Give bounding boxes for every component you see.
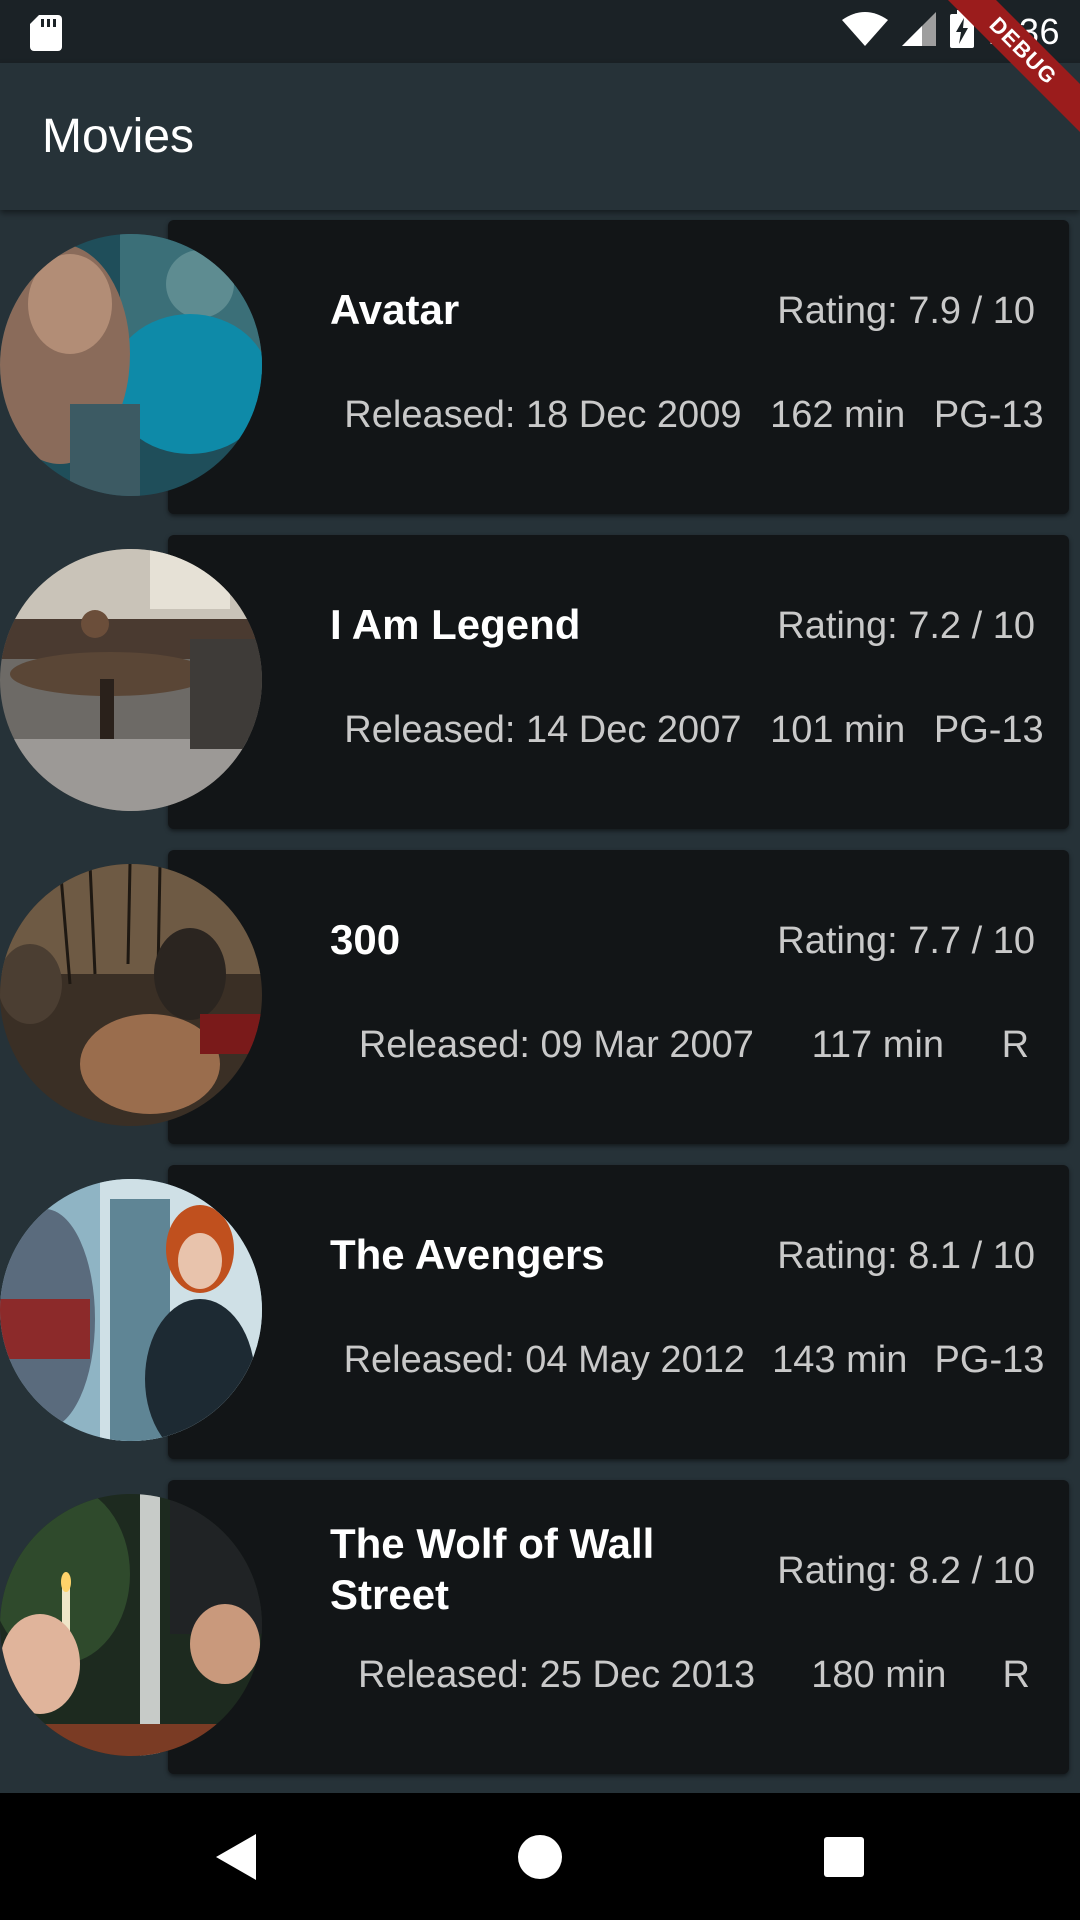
movie-rating: Rating: 7.7 / 10 <box>777 920 1035 962</box>
movie-details: Released: 09 Mar 2007 117 min R <box>330 1024 1058 1067</box>
movie-poster <box>0 864 262 1126</box>
status-time: 1:36 <box>987 10 1060 52</box>
battery-charging-icon <box>949 10 974 53</box>
movie-poster <box>0 234 262 496</box>
recents-icon[interactable] <box>816 1829 872 1885</box>
movie-rated: PG-13 <box>934 1339 1045 1381</box>
movie-rated: PG-13 <box>933 394 1044 436</box>
movie-title: Avatar <box>330 286 460 333</box>
status-icons: 1:36 <box>841 0 1060 63</box>
movie-details: Released: 14 Dec 2007 101 min PG-13 <box>330 709 1058 752</box>
movie-rated: R <box>1001 1024 1030 1066</box>
back-icon[interactable] <box>208 1829 264 1885</box>
movie-release-date: Released: 09 Mar 2007 <box>358 1024 754 1066</box>
movie-rating: Rating: 8.2 / 10 <box>777 1550 1035 1592</box>
movie-title: 300 <box>330 916 401 963</box>
movie-poster <box>0 1179 262 1441</box>
movie-rating: Rating: 7.2 / 10 <box>777 605 1035 647</box>
movie-list[interactable]: Avatar Rating: 7.9 / 10 Released: 18 Dec… <box>0 210 1080 1793</box>
page-title: Movies <box>42 110 195 163</box>
screen: 1:36 Movies DEBUG Avatar Rating: 7.9 / 1… <box>0 0 1080 1920</box>
movie-details: Released: 18 Dec 2009 162 min PG-13 <box>330 394 1058 437</box>
navigation-bar <box>0 1793 1080 1920</box>
movie-list-item[interactable]: The Avengers Rating: 8.1 / 10 Released: … <box>0 1155 1080 1459</box>
wifi-icon <box>841 12 888 51</box>
movie-runtime: 180 min <box>811 1654 947 1696</box>
movie-rated: R <box>1002 1654 1030 1696</box>
movie-rating: Rating: 8.1 / 10 <box>777 1235 1035 1277</box>
movie-runtime: 101 min <box>770 709 906 751</box>
movie-title: The Wolf of Wall Street <box>330 1520 655 1618</box>
app-bar: Movies <box>0 63 1080 210</box>
movie-release-date: Released: 25 Dec 2013 <box>358 1654 756 1696</box>
movie-rating: Rating: 7.9 / 10 <box>777 290 1035 332</box>
movie-card[interactable]: 300 Rating: 7.7 / 10 Released: 09 Mar 20… <box>168 850 1069 1144</box>
movie-card[interactable]: I Am Legend Rating: 7.2 / 10 Released: 1… <box>168 535 1069 829</box>
movie-list-item[interactable]: I Am Legend Rating: 7.2 / 10 Released: 1… <box>0 525 1080 829</box>
movie-rated: PG-13 <box>933 709 1044 751</box>
movie-poster <box>0 1494 262 1756</box>
movie-runtime: 117 min <box>811 1024 944 1066</box>
movie-card[interactable]: Avatar Rating: 7.9 / 10 Released: 18 Dec… <box>168 220 1069 514</box>
movie-runtime: 143 min <box>772 1339 908 1381</box>
movie-release-date: Released: 04 May 2012 <box>343 1339 745 1381</box>
movie-list-item[interactable]: 300 Rating: 7.7 / 10 Released: 09 Mar 20… <box>0 840 1080 1144</box>
home-icon[interactable] <box>512 1829 568 1885</box>
movie-card[interactable]: The Wolf of Wall Street Rating: 8.2 / 10… <box>168 1480 1069 1774</box>
movie-list-item[interactable]: Avatar Rating: 7.9 / 10 Released: 18 Dec… <box>0 210 1080 514</box>
movie-release-date: Released: 14 Dec 2007 <box>344 709 742 751</box>
movie-details: Released: 04 May 2012 143 min PG-13 <box>330 1339 1058 1382</box>
movie-details: Released: 25 Dec 2013 180 min R <box>330 1654 1058 1697</box>
movie-poster <box>0 549 262 811</box>
sd-card-icon <box>30 15 62 51</box>
signal-icon <box>901 12 936 51</box>
status-bar: 1:36 <box>0 0 1080 63</box>
movie-list-item[interactable]: The Wolf of Wall Street Rating: 8.2 / 10… <box>0 1470 1080 1774</box>
movie-release-date: Released: 18 Dec 2009 <box>344 394 742 436</box>
movie-card[interactable]: The Avengers Rating: 8.1 / 10 Released: … <box>168 1165 1069 1459</box>
movie-title: I Am Legend <box>330 601 581 648</box>
movie-title: The Avengers <box>330 1231 605 1278</box>
movie-runtime: 162 min <box>770 394 906 436</box>
